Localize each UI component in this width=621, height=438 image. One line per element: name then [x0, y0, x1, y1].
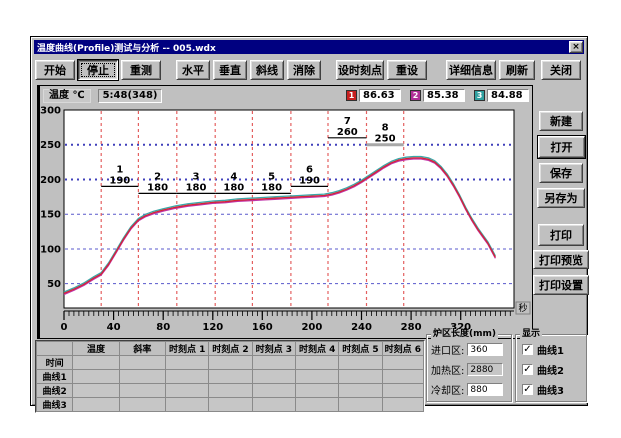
- inlet-zone-input[interactable]: 360: [467, 343, 503, 356]
- cursor-time-readout: 5:48(348): [98, 89, 163, 103]
- vertical-button[interactable]: 垂直: [213, 60, 247, 80]
- display-group: 显示 ✓ 曲线1 ✓ 曲线2 ✓ 曲线3: [515, 334, 587, 402]
- print-preview-button[interactable]: 打印预览: [533, 250, 589, 269]
- chart-panel: 温度 ℃ 5:48(348) 1 86.63 2 85.38 3 84.88 1…: [37, 85, 533, 339]
- svg-text:0: 0: [61, 322, 68, 333]
- curve3-checkbox-row[interactable]: ✓ 曲线3: [522, 382, 564, 397]
- svg-text:260: 260: [337, 127, 358, 138]
- svg-text:180: 180: [186, 182, 207, 193]
- channel-1: 1 86.63: [346, 89, 401, 102]
- svg-text:4: 4: [230, 171, 237, 182]
- curve2-checkbox-icon[interactable]: ✓: [522, 364, 533, 375]
- svg-text:120: 120: [202, 322, 223, 333]
- svg-text:1: 1: [116, 164, 123, 175]
- window-title: 温度曲线(Profile)测试与分析 -- 005.wdx: [34, 41, 569, 54]
- oven-zone-group: 炉区长度(mm) 进口区: 360 加热区: 2880 冷却区: 880: [426, 334, 512, 402]
- channel-1-value: 86.63: [359, 89, 401, 102]
- svg-text:190: 190: [299, 175, 320, 186]
- inlet-zone-field: 进口区: 360: [431, 342, 503, 357]
- heating-zone-field: 加热区: 2880: [431, 362, 503, 377]
- stop-button[interactable]: 停止: [78, 60, 118, 80]
- remeasure-button[interactable]: 重测: [121, 60, 161, 80]
- svg-text:250: 250: [375, 134, 396, 145]
- set-timepoint-button[interactable]: 设时刻点: [336, 60, 384, 80]
- save-button[interactable]: 保存: [539, 163, 583, 183]
- channel-2: 2 85.38: [410, 89, 465, 102]
- svg-text:100: 100: [40, 244, 61, 255]
- save-as-button[interactable]: 另存为: [537, 188, 585, 208]
- svg-text:7: 7: [344, 116, 351, 127]
- curve2-checkbox-label: 曲线2: [537, 362, 564, 377]
- svg-text:180: 180: [223, 182, 244, 193]
- svg-text:180: 180: [261, 182, 282, 193]
- display-group-title: 显示: [520, 329, 542, 339]
- svg-text:160: 160: [252, 322, 273, 333]
- cooling-zone-field: 冷却区: 880: [431, 382, 503, 397]
- svg-text:200: 200: [40, 175, 61, 186]
- toolbar: 开始 停止 重测 水平 垂直 斜线 消除 设时刻点 重设 详细信息 刷新 关闭: [35, 57, 583, 83]
- print-button[interactable]: 打印: [538, 224, 584, 246]
- erase-button[interactable]: 消除: [287, 60, 321, 80]
- results-table-wrap: 温度斜率时刻点 1时刻点 2时刻点 3时刻点 4时刻点 5时刻点 6时间曲线1曲…: [35, 340, 425, 413]
- svg-text:40: 40: [107, 322, 121, 333]
- cooling-zone-label: 冷却区:: [431, 382, 464, 397]
- temperature-unit-label: 温度 ℃: [43, 89, 91, 103]
- channel-3-color-icon: 3: [474, 90, 485, 101]
- horizontal-button[interactable]: 水平: [176, 60, 210, 80]
- svg-text:80: 80: [156, 322, 170, 333]
- svg-text:250: 250: [40, 140, 61, 151]
- svg-text:秒: 秒: [518, 302, 527, 314]
- channel-3: 3 84.88: [474, 89, 529, 102]
- status-row: 温度 ℃ 5:48(348) 1 86.63 2 85.38 3 84.88: [43, 88, 529, 103]
- curve3-checkbox-icon[interactable]: ✓: [522, 384, 533, 395]
- svg-text:300: 300: [40, 106, 61, 117]
- start-button[interactable]: 开始: [35, 60, 75, 80]
- curve1-checkbox-label: 曲线1: [537, 342, 564, 357]
- svg-text:50: 50: [47, 279, 61, 290]
- profile-table: 温度斜率时刻点 1时刻点 2时刻点 3时刻点 4时刻点 5时刻点 6时间曲线1曲…: [36, 341, 424, 412]
- svg-text:280: 280: [401, 322, 422, 333]
- channel-2-color-icon: 2: [410, 90, 421, 101]
- heating-zone-label: 加热区:: [431, 362, 464, 377]
- channel-2-value: 85.38: [423, 89, 465, 102]
- channel-readouts: 1 86.63 2 85.38 3 84.88: [346, 89, 529, 102]
- title-bar: 温度曲线(Profile)测试与分析 -- 005.wdx ×: [34, 40, 584, 54]
- app-window: 温度曲线(Profile)测试与分析 -- 005.wdx × 开始 停止 重测…: [30, 36, 588, 406]
- svg-text:240: 240: [351, 322, 372, 333]
- curve1-checkbox-icon[interactable]: ✓: [522, 344, 533, 355]
- curve3-checkbox-label: 曲线3: [537, 382, 564, 397]
- svg-text:3: 3: [193, 171, 200, 182]
- channel-3-value: 84.88: [487, 89, 529, 102]
- close-button[interactable]: 关闭: [541, 60, 581, 80]
- svg-text:2: 2: [154, 171, 161, 182]
- refresh-button[interactable]: 刷新: [499, 60, 535, 80]
- curve2-checkbox-row[interactable]: ✓ 曲线2: [522, 362, 564, 377]
- reset-button[interactable]: 重设: [387, 60, 427, 80]
- svg-text:6: 6: [306, 164, 313, 175]
- open-button[interactable]: 打开: [538, 136, 585, 158]
- curve1-checkbox-row[interactable]: ✓ 曲线1: [522, 342, 564, 357]
- new-button[interactable]: 新建: [539, 111, 583, 131]
- details-button[interactable]: 详细信息: [446, 60, 496, 80]
- print-setup-button[interactable]: 打印设置: [533, 275, 589, 295]
- oven-zone-group-title: 炉区长度(mm): [431, 329, 498, 339]
- slant-line-button[interactable]: 斜线: [250, 60, 284, 80]
- cooling-zone-input[interactable]: 880: [467, 383, 503, 396]
- heating-zone-input[interactable]: 2880: [467, 363, 503, 376]
- svg-text:150: 150: [40, 210, 61, 221]
- channel-1-color-icon: 1: [346, 90, 357, 101]
- svg-text:180: 180: [147, 182, 168, 193]
- svg-text:190: 190: [109, 175, 130, 186]
- inlet-zone-label: 进口区:: [431, 342, 464, 357]
- close-icon[interactable]: ×: [569, 41, 583, 53]
- svg-text:5: 5: [268, 171, 275, 182]
- profile-chart[interactable]: 1190218031804180518061907260825050100150…: [40, 105, 532, 335]
- svg-text:200: 200: [301, 322, 322, 333]
- svg-text:8: 8: [382, 123, 389, 134]
